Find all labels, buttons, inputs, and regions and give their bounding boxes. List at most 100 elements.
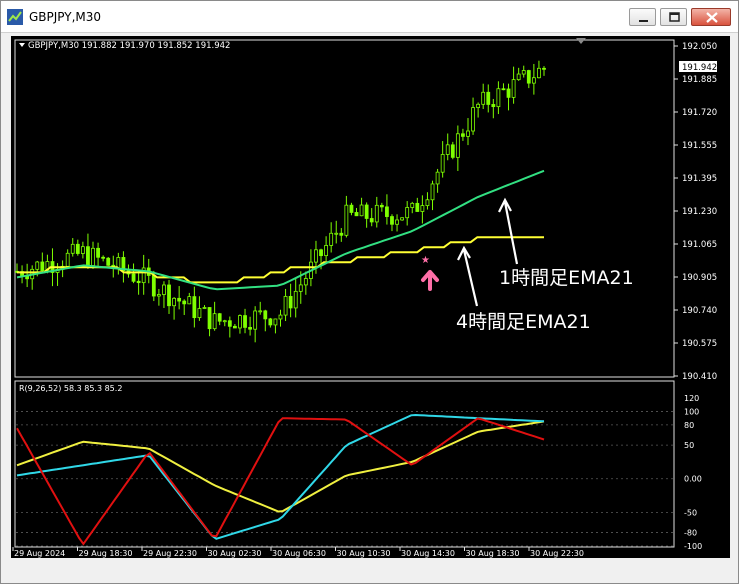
candle-body bbox=[212, 313, 217, 330]
candle-body bbox=[263, 310, 268, 320]
time-tick-label: 29 Aug 22:30 bbox=[143, 549, 197, 558]
candle-body bbox=[410, 202, 415, 208]
indicator-tick-label: 0.00 bbox=[684, 475, 702, 484]
candle-body bbox=[531, 77, 536, 84]
chart-canvas[interactable]: GBPJPY,M30 191.882 191.970 191.852 191.9… bbox=[11, 36, 730, 558]
price-axis: 192.050 191.885 191.720 191.555 191.395 191.2… bbox=[674, 42, 717, 382]
candle-body bbox=[156, 294, 161, 297]
indicator-tick-label: 80 bbox=[684, 421, 694, 430]
time-tick-label: 30 Aug 02:30 bbox=[208, 549, 262, 558]
candle-body bbox=[288, 295, 293, 309]
indicator-line-slow bbox=[16, 420, 545, 513]
minimize-icon bbox=[639, 20, 648, 22]
price-tick-label: 190.740 bbox=[682, 306, 717, 316]
candle-body bbox=[268, 318, 273, 326]
indicator-tick-label: 50 bbox=[684, 441, 694, 450]
candle-body bbox=[293, 290, 298, 309]
minimize-button[interactable] bbox=[629, 8, 656, 26]
candle-body bbox=[273, 318, 278, 326]
candle-body bbox=[75, 243, 80, 254]
candle-body bbox=[197, 308, 202, 319]
price-tick-label: 190.905 bbox=[682, 273, 717, 283]
candle-body bbox=[172, 297, 176, 307]
candle-body bbox=[390, 216, 394, 225]
candle-body bbox=[243, 315, 247, 328]
candle-body bbox=[491, 104, 496, 108]
candle-body bbox=[70, 243, 75, 254]
candle-body bbox=[106, 257, 111, 266]
candle-body bbox=[425, 199, 430, 207]
pointer-arrow-1h-icon bbox=[498, 197, 519, 265]
indicator-tick-label: 120 bbox=[684, 394, 699, 403]
candle-body bbox=[542, 67, 546, 70]
time-tick-label: 29 Aug 2024 bbox=[14, 549, 65, 558]
candle-body bbox=[369, 218, 374, 223]
time-axis: 29 Aug 2024 29 Aug 18:30 29 Aug 22:30 30 Au… bbox=[12, 547, 584, 558]
candle-body bbox=[344, 204, 349, 236]
price-tick-label: 191.230 bbox=[682, 207, 717, 217]
time-tick-label: 30 Aug 22:30 bbox=[530, 549, 584, 558]
candle-body bbox=[415, 202, 420, 212]
price-tick-label: 191.720 bbox=[682, 108, 717, 118]
candle-body bbox=[136, 280, 141, 284]
candle-body bbox=[435, 171, 440, 185]
candle-body bbox=[385, 206, 389, 217]
price-tick-label: 190.410 bbox=[682, 372, 717, 382]
title-bar[interactable]: GBPJPY,M30 bbox=[1, 1, 738, 33]
candle-body bbox=[354, 212, 359, 217]
window-title: GBPJPY,M30 bbox=[29, 10, 102, 24]
price-tick-label: 191.885 bbox=[682, 75, 717, 85]
candle-body bbox=[324, 245, 329, 257]
candle-body bbox=[86, 246, 90, 266]
chart-shift-marker-icon[interactable] bbox=[576, 38, 586, 44]
status-bar bbox=[1, 559, 738, 583]
candle-body bbox=[359, 204, 364, 217]
candle-body bbox=[80, 246, 85, 254]
price-tick-label: 191.555 bbox=[682, 141, 717, 151]
candle-body bbox=[466, 130, 470, 137]
candle-body bbox=[319, 249, 323, 257]
pointer-arrow-4h-icon bbox=[457, 245, 479, 307]
candle-body bbox=[400, 217, 405, 221]
price-tick-label: 192.050 bbox=[682, 42, 717, 52]
indicator-tick-label: -50 bbox=[684, 508, 697, 517]
candle-body bbox=[131, 273, 136, 282]
current-price-label: 191.942 bbox=[682, 63, 717, 73]
time-tick-label: 30 Aug 14:30 bbox=[401, 549, 455, 558]
candle-body bbox=[501, 88, 506, 91]
time-tick-label: 29 Aug 18:30 bbox=[79, 549, 133, 558]
candle-body bbox=[182, 300, 187, 305]
candle-body bbox=[516, 73, 521, 81]
close-button[interactable] bbox=[691, 8, 731, 26]
candle-body bbox=[222, 320, 227, 323]
candle-body bbox=[395, 219, 399, 225]
time-tick-label: 30 Aug 10:30 bbox=[337, 549, 391, 558]
candle-body bbox=[167, 284, 171, 307]
candle-body bbox=[420, 205, 425, 212]
chart-menu-arrow-icon[interactable] bbox=[19, 43, 25, 47]
maximize-button[interactable] bbox=[660, 8, 687, 26]
candle-body bbox=[334, 232, 339, 235]
candle-body bbox=[253, 310, 258, 330]
indicator-tick-label: -80 bbox=[684, 529, 697, 538]
candle-body bbox=[374, 204, 379, 223]
candle-body bbox=[314, 249, 318, 263]
indicator-tick-label: 100 bbox=[684, 407, 699, 416]
candle-body bbox=[364, 204, 369, 219]
candle-body bbox=[405, 207, 410, 219]
candle-body bbox=[521, 70, 526, 75]
main-chart-header: GBPJPY,M30 191.882 191.970 191.852 191.9… bbox=[28, 41, 230, 51]
price-tick-label: 191.065 bbox=[682, 240, 717, 250]
candle-body bbox=[303, 278, 308, 286]
candle-body bbox=[35, 261, 40, 270]
price-tick-label: 190.575 bbox=[682, 339, 717, 349]
candle-body bbox=[430, 183, 435, 201]
candlestick-series bbox=[15, 60, 546, 343]
candle-body bbox=[278, 314, 283, 320]
terminal-window: GBPJPY,M30 GBPJPY,M30 191.882 191.970 19… bbox=[0, 0, 739, 584]
candle-body bbox=[349, 204, 354, 213]
ema-4h-line bbox=[17, 236, 544, 284]
candle-body bbox=[445, 144, 450, 155]
candle-body bbox=[455, 133, 460, 158]
candle-body bbox=[177, 297, 182, 302]
